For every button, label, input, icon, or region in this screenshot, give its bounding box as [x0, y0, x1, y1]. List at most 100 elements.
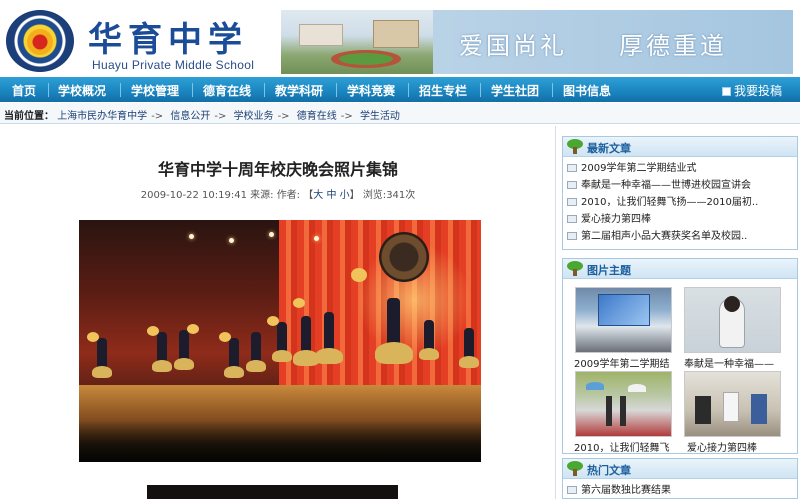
nav-divider — [120, 83, 121, 97]
list-item[interactable]: 2009学年第二学期结业式 — [567, 160, 797, 177]
list-item[interactable]: 第六届数独比赛结果 — [567, 482, 797, 499]
nav-item-library[interactable]: 图书信息 — [563, 82, 611, 99]
celebration-photo[interactable] — [79, 220, 481, 462]
list-item[interactable]: 2010，让我们轻舞飞扬——2010届初.. — [567, 194, 797, 211]
photo-caption[interactable]: 2010，让我们轻舞飞 — [574, 439, 674, 454]
breadcrumb-label: 当前位置： — [4, 111, 54, 122]
breadcrumb-moral[interactable]: 德育在线 — [297, 111, 337, 122]
school-logo[interactable] — [6, 10, 74, 72]
nav-item-moral[interactable]: 德育在线 — [203, 82, 251, 99]
list-item[interactable]: 爱心接力第四棒 — [567, 211, 797, 228]
font-size-open: 【 — [303, 190, 314, 201]
school-name-en: Huayu Private Middle School — [92, 58, 255, 72]
nav-item-management[interactable]: 学校管理 — [131, 82, 179, 99]
sports-field-shape — [339, 53, 393, 65]
photo-thumbnail[interactable] — [684, 287, 781, 353]
dancer-skirt — [419, 348, 439, 360]
person-figure — [723, 392, 739, 422]
nav-divider — [480, 83, 481, 97]
dancer-skirt — [272, 350, 292, 362]
hot-articles-title: 热门文章 — [587, 464, 631, 477]
article-link[interactable]: 爱心接力第四棒 — [581, 214, 651, 225]
dancer-skirt — [246, 360, 266, 372]
article-title: 华育中学十周年校庆晚会照片集锦 — [157, 160, 398, 179]
dancer-skirt — [92, 366, 112, 378]
article-link[interactable]: 第二届相声小品大赛获奖名单及校园.. — [581, 231, 747, 242]
breadcrumb-business[interactable]: 学校业务 — [234, 111, 274, 122]
nav-item-home[interactable]: 首页 — [12, 82, 36, 99]
school-name-cn: 华育中学 — [88, 20, 248, 60]
hot-articles-panel: 热门文章 第六届数独比赛结果 — [562, 458, 798, 499]
printer-icon — [722, 87, 731, 96]
breadcrumb-activities[interactable]: 学生活动 — [360, 111, 400, 122]
nav-divider — [552, 83, 553, 97]
dancer-skirt — [224, 366, 244, 378]
submit-post-link[interactable]: 我要投稿 — [722, 82, 782, 99]
second-photo-top-edge[interactable] — [147, 485, 398, 499]
building-shape — [299, 24, 343, 46]
nav-item-overview[interactable]: 学校概况 — [58, 82, 106, 99]
doc-icon — [567, 486, 577, 494]
site-header: 华育中学 Huayu Private Middle School 爱国尚礼 厚德… — [0, 0, 800, 77]
pompom — [267, 316, 279, 326]
font-small-button[interactable]: 小 — [340, 190, 350, 201]
slogan-left: 爱国尚礼 — [459, 32, 567, 60]
views-label: 浏览: — [362, 190, 387, 201]
article-link[interactable]: 奉献是一种幸福——世博进校园宣讲会 — [581, 180, 751, 191]
article-link[interactable]: 2010，让我们轻舞飞扬——2010届初.. — [581, 197, 758, 208]
breadcrumb-info[interactable]: 信息公开 — [170, 111, 210, 122]
font-medium-button[interactable]: 中 — [326, 190, 336, 201]
pompom — [87, 332, 99, 342]
latest-articles-list: 2009学年第二学期结业式 奉献是一种幸福——世博进校园宣讲会 2010，让我们… — [563, 157, 797, 245]
nav-item-competition[interactable]: 学科竞赛 — [347, 82, 395, 99]
spotlight — [189, 234, 194, 239]
pompom — [219, 332, 231, 342]
projector-screen — [598, 294, 650, 326]
spotlight — [314, 236, 319, 241]
campus-photo — [281, 10, 433, 74]
nav-item-research[interactable]: 教学科研 — [275, 82, 323, 99]
header-banner: 爱国尚礼 厚德重道 — [281, 10, 793, 74]
slogan-right: 厚德重道 — [619, 32, 727, 60]
photo-caption[interactable]: 奉献是一种幸福—— — [684, 355, 784, 370]
dancer-skirt — [174, 358, 194, 370]
nav-divider — [48, 83, 49, 97]
hot-articles-list: 第六届数独比赛结果 — [563, 479, 797, 499]
spotlight — [229, 238, 234, 243]
dancer-skirt — [375, 342, 413, 364]
person-figure — [751, 394, 767, 424]
tree-icon — [567, 461, 583, 476]
umbrella-shape — [628, 384, 646, 392]
breadcrumb: 当前位置： 上海市民办华育中学 -> 信息公开 -> 学校业务 -> 德育在线 -> 学… — [0, 103, 800, 124]
umbrella-shape — [586, 382, 604, 390]
nav-divider — [192, 83, 193, 97]
article-link[interactable]: 2009学年第二学期结业式 — [581, 163, 696, 174]
pompom — [351, 268, 367, 282]
doc-icon — [567, 215, 577, 223]
views-unit: 次 — [405, 190, 416, 201]
article-area: 华育中学十周年校庆晚会照片集锦 2009-10-22 10:19:41 来源: … — [0, 126, 556, 499]
photo-caption[interactable]: 2009学年第二学期结 — [574, 355, 674, 370]
sidebar: 最新文章 2009学年第二学期结业式 奉献是一种幸福——世博进校园宣讲会 201… — [560, 128, 800, 499]
photo-topics-title: 图片主题 — [587, 264, 631, 277]
font-large-button[interactable]: 大 — [313, 190, 323, 201]
list-item[interactable]: 奉献是一种幸福——世博进校园宣讲会 — [567, 177, 797, 194]
nav-divider — [408, 83, 409, 97]
breadcrumb-separator: -> — [277, 111, 290, 122]
panel-header: 热门文章 — [563, 459, 797, 479]
tree-icon — [567, 261, 583, 276]
nav-item-admission[interactable]: 招生专栏 — [419, 82, 467, 99]
pompom — [187, 324, 199, 334]
breadcrumb-home[interactable]: 上海市民办华育中学 — [57, 111, 147, 122]
nav-item-clubs[interactable]: 学生社团 — [491, 82, 539, 99]
photo-thumbnail[interactable] — [575, 287, 672, 353]
dancer-skirt — [459, 356, 479, 368]
photo-thumbnail[interactable] — [575, 371, 672, 437]
photo-caption[interactable]: 爱心接力第四棒 — [687, 439, 787, 454]
doc-icon — [567, 181, 577, 189]
article-link[interactable]: 第六届数独比赛结果 — [581, 485, 671, 496]
photo-thumbnail[interactable] — [684, 371, 781, 437]
list-item[interactable]: 第二届相声小品大赛获奖名单及校园.. — [567, 228, 797, 245]
person-head — [724, 296, 740, 312]
author-label: 作者: — [276, 190, 301, 201]
